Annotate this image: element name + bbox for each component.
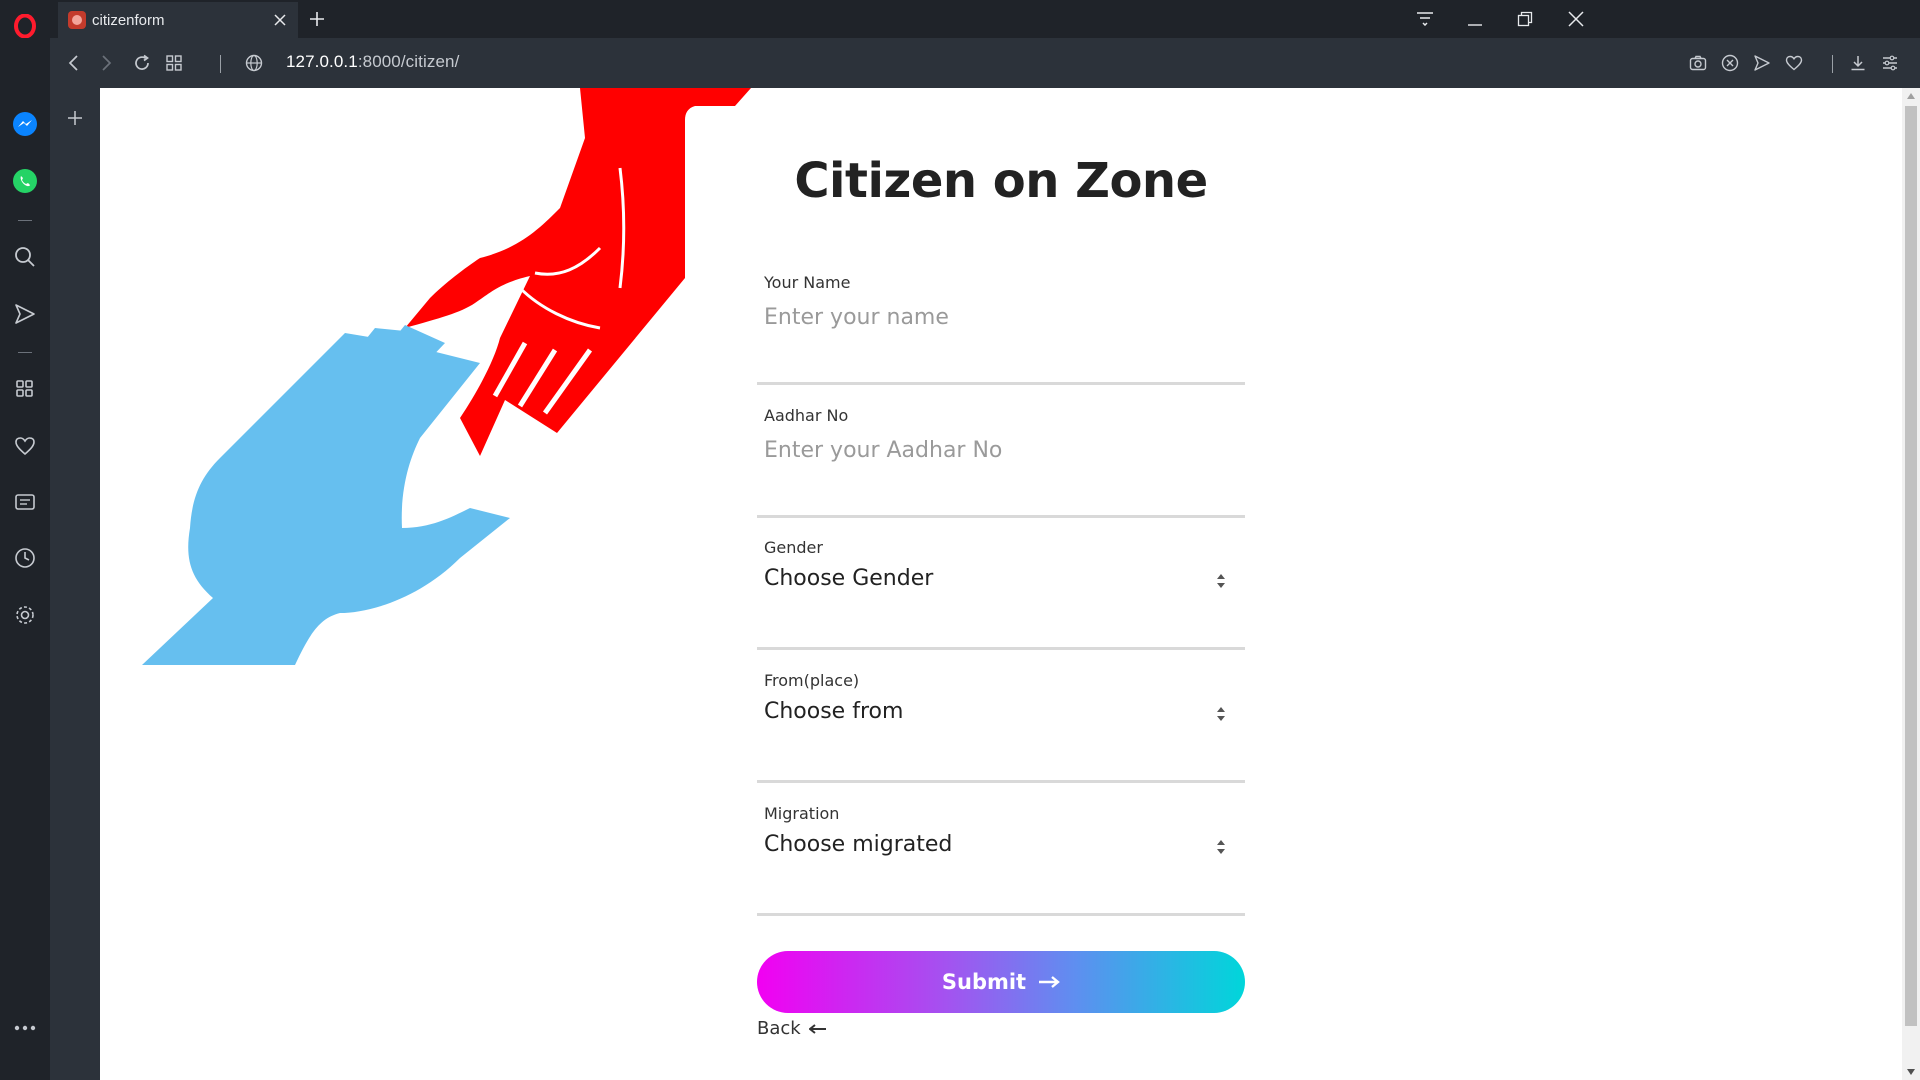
side-panel-strip <box>50 88 100 1080</box>
settings-icon[interactable] <box>0 599 50 631</box>
toolbar-divider <box>220 55 221 73</box>
scroll-up-icon[interactable] <box>1902 88 1920 104</box>
browser-sidebar <box>0 0 50 1080</box>
adblock-icon[interactable] <box>1718 51 1742 75</box>
restore-icon[interactable] <box>1508 4 1542 34</box>
scroll-down-icon[interactable] <box>1902 1064 1920 1080</box>
page-scrollbar[interactable] <box>1902 88 1920 1080</box>
from-place-label: From(place) <box>764 671 860 690</box>
aadhar-input[interactable] <box>764 432 1234 468</box>
toolbar-divider <box>1832 55 1833 73</box>
gender-field-group: Gender Choose Gender <box>757 538 1245 650</box>
sidebar-divider <box>18 220 32 221</box>
gender-label: Gender <box>764 538 823 557</box>
page-viewport: Citizen on Zone Your Name Aadhar No Gend… <box>100 88 1902 1080</box>
history-icon[interactable] <box>0 542 50 574</box>
from-place-select[interactable]: Choose from <box>764 699 903 724</box>
url-path: :8000/citizen/ <box>357 52 460 71</box>
from-place-field-group: From(place) Choose from <box>757 671 1245 783</box>
submit-button[interactable]: Submit <box>757 951 1245 1013</box>
back-label: Back <box>757 1018 801 1039</box>
tab-bar: citizenform <box>50 0 1920 38</box>
url-field[interactable]: 127.0.0.1:8000/citizen/ <box>286 52 459 72</box>
close-tab-icon[interactable] <box>270 10 290 30</box>
tab-menu-icon[interactable] <box>1408 4 1442 34</box>
news-icon[interactable] <box>0 486 50 518</box>
arrow-right-icon <box>1039 976 1060 988</box>
select-arrows-icon <box>1217 707 1225 721</box>
speed-dial-icon[interactable] <box>0 373 50 405</box>
minimize-icon[interactable] <box>1458 4 1492 34</box>
arrow-left-icon <box>808 1023 826 1034</box>
reload-icon[interactable] <box>130 51 154 75</box>
whatsapp-icon[interactable] <box>0 165 50 197</box>
submit-label: Submit <box>941 970 1027 994</box>
page-title: Citizen on Zone <box>794 153 1208 209</box>
more-icon[interactable] <box>0 1012 50 1044</box>
opera-logo-icon[interactable] <box>0 10 50 42</box>
forward-nav-icon[interactable] <box>94 51 118 75</box>
snapshot-icon[interactable] <box>1686 51 1710 75</box>
url-host: 127.0.0.1 <box>286 52 358 71</box>
gender-select[interactable]: Choose Gender <box>764 566 933 591</box>
heart-icon[interactable] <box>0 430 50 462</box>
scroll-thumb[interactable] <box>1905 106 1917 1026</box>
share-send-icon[interactable] <box>1750 51 1774 75</box>
new-tab-icon[interactable] <box>304 6 330 32</box>
easy-setup-icon[interactable] <box>1878 51 1902 75</box>
select-arrows-icon <box>1217 840 1225 854</box>
migration-select[interactable]: Choose migrated <box>764 832 952 857</box>
site-favicon-icon <box>68 11 86 29</box>
name-field-group: Your Name <box>757 273 1245 385</box>
messenger-icon[interactable] <box>0 108 50 140</box>
close-window-icon[interactable] <box>1559 4 1593 34</box>
sidebar-divider <box>18 352 32 353</box>
back-nav-icon[interactable] <box>62 51 86 75</box>
send-icon[interactable] <box>0 298 50 330</box>
select-arrows-icon <box>1217 574 1225 588</box>
tab-title: citizenform <box>92 12 165 29</box>
blue-hand-shape <box>142 325 510 665</box>
migration-field-group: Migration Choose migrated <box>757 804 1245 916</box>
name-input[interactable] <box>764 299 1234 335</box>
tab-grid-icon[interactable] <box>162 51 186 75</box>
name-label: Your Name <box>764 273 851 292</box>
helping-hands-illustration <box>142 88 751 665</box>
address-bar: 127.0.0.1:8000/citizen/ <box>50 38 1920 88</box>
aadhar-field-group: Aadhar No <box>757 406 1245 518</box>
bookmark-heart-icon[interactable] <box>1782 51 1806 75</box>
download-icon[interactable] <box>1846 51 1870 75</box>
add-panel-icon[interactable] <box>63 106 87 130</box>
search-icon[interactable] <box>0 241 50 273</box>
tab-citizenform[interactable]: citizenform <box>58 2 298 38</box>
globe-icon[interactable] <box>242 51 266 75</box>
red-hand-shape <box>405 88 751 456</box>
back-link[interactable]: Back <box>757 1018 827 1039</box>
aadhar-label: Aadhar No <box>764 406 849 425</box>
migration-label: Migration <box>764 804 840 823</box>
